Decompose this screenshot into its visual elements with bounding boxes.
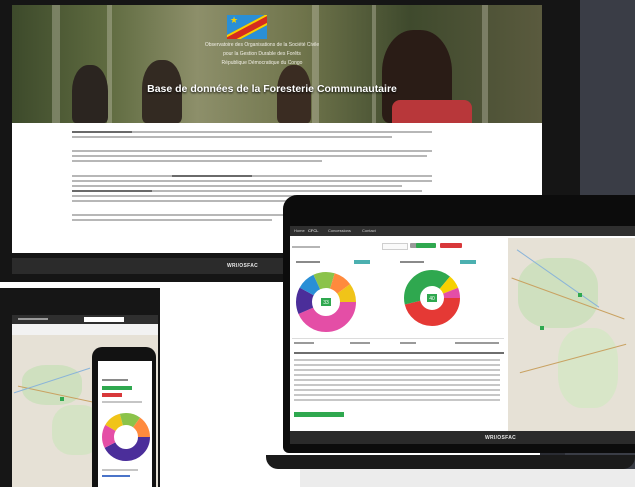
- chart-toggle[interactable]: [460, 260, 476, 264]
- table-row[interactable]: [294, 384, 500, 386]
- remove-button[interactable]: [440, 243, 462, 248]
- search-input[interactable]: [84, 317, 124, 322]
- filter-select[interactable]: [382, 243, 408, 250]
- text-line-bold: [172, 175, 252, 177]
- table-row[interactable]: [294, 369, 500, 371]
- chart-title: [296, 261, 320, 263]
- hero-subtitle: Observatoire des Organisations de la Soc…: [204, 42, 320, 48]
- laptop-screen: Home CFCL Concessions Contact 33 40 WRI/…: [290, 226, 635, 444]
- laptop-surface: [300, 469, 635, 487]
- table-row[interactable]: [294, 389, 500, 391]
- hero-subtitle: pour la Gestion Durable des Forêts: [223, 51, 301, 57]
- phone-donut-chart: [102, 413, 150, 461]
- text-line: [152, 190, 422, 192]
- drc-flag-icon: ★: [227, 15, 267, 39]
- hero-subtitle: République Démocratique du Congo: [221, 60, 303, 66]
- map-forest-area: [22, 365, 82, 405]
- hero-title: Base de données de la Foresterie Communa…: [147, 83, 397, 95]
- tree-trunk: [52, 5, 60, 123]
- phone-text-line: [102, 379, 128, 381]
- text-line: [72, 136, 392, 138]
- table-row[interactable]: [294, 374, 500, 376]
- tab-contact[interactable]: Contact: [362, 228, 376, 233]
- table-divider: [292, 338, 504, 339]
- map-marker[interactable]: [578, 293, 582, 297]
- donut-chart-1: 33: [296, 272, 356, 332]
- laptop-map[interactable]: [508, 238, 635, 443]
- map-forest-area: [518, 258, 598, 328]
- map-forest-area: [558, 328, 618, 408]
- phone-screen: [98, 361, 152, 487]
- text-line: [72, 180, 432, 182]
- table-control[interactable]: [350, 342, 370, 344]
- text-line: [72, 155, 427, 157]
- tab-cfcl[interactable]: CFCL: [308, 228, 318, 233]
- app-footer: WRI/OSFAC: [290, 431, 635, 444]
- chart-center-value: 33: [323, 300, 329, 306]
- star-icon: ★: [230, 15, 239, 25]
- tab-concessions[interactable]: Concessions: [328, 228, 351, 233]
- tree-trunk: [482, 5, 488, 123]
- map-marker[interactable]: [60, 397, 64, 401]
- table-control[interactable]: [294, 342, 314, 344]
- text-line: [72, 219, 272, 221]
- text-line: [72, 175, 172, 177]
- laptop-base: [266, 455, 635, 469]
- table-header-row: [294, 352, 504, 354]
- filter-label: [292, 246, 320, 248]
- text-line: [72, 160, 322, 162]
- phone-red-button[interactable]: [102, 393, 122, 397]
- table-row[interactable]: [294, 359, 500, 361]
- phone-link[interactable]: [102, 475, 130, 477]
- hero-banner: ★ Observatoire des Organisations de la S…: [12, 5, 542, 123]
- chart-title: [400, 261, 424, 263]
- table-row[interactable]: [294, 399, 500, 401]
- text-line: [252, 175, 432, 177]
- phone-text-line: [102, 469, 138, 471]
- table-control[interactable]: [400, 342, 416, 344]
- chart-toggle[interactable]: [354, 260, 370, 264]
- table-search[interactable]: [455, 342, 499, 344]
- footer-logo: WRI/OSFAC: [227, 263, 259, 269]
- app-header: Home CFCL Concessions Contact: [290, 226, 635, 236]
- person-clothing: [392, 100, 472, 123]
- text-line-bold: [72, 131, 132, 133]
- tab-home[interactable]: Home: [294, 228, 305, 233]
- text-line-bold: [72, 190, 152, 192]
- phone-green-button[interactable]: [102, 386, 132, 390]
- text-line: [72, 150, 432, 152]
- phone-text-line: [102, 401, 142, 403]
- add-button[interactable]: [416, 243, 436, 248]
- table-row[interactable]: [294, 364, 500, 366]
- text-line: [72, 185, 402, 187]
- export-button[interactable]: [294, 412, 344, 417]
- table-row[interactable]: [294, 379, 500, 381]
- text-line: [132, 131, 432, 133]
- donut-chart-2: 40: [404, 270, 460, 326]
- chart-center-value: 40: [429, 296, 435, 302]
- table-row[interactable]: [294, 394, 500, 396]
- tablet-header-text: [18, 318, 48, 320]
- footer-logo: WRI/OSFAC: [485, 435, 517, 441]
- map-marker[interactable]: [540, 326, 544, 330]
